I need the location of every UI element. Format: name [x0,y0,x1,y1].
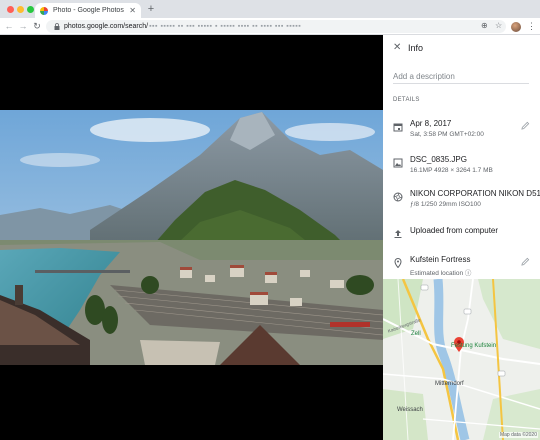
info-panel: ✕ Info Add a description DETAILS Apr 8, … [383,35,540,440]
map-graphic [383,279,540,440]
map-attribution: Map data ©2020 [498,432,538,438]
upload-source-text: Uploaded from computer [410,226,499,235]
file-row: DSC_0835.JPG 16.1MP 4928 × 3264 1.7 MB [383,153,540,183]
new-tab-button[interactable]: + [145,3,157,15]
camera-model-text: NIKON CORPORATION NIKON D5100 [410,189,540,198]
browser-tab[interactable]: Photo - Google Photos ✕ [35,3,141,18]
map-label-kufstein: Festung Kufstein [451,343,497,349]
edit-date-icon[interactable] [521,121,530,130]
photo-image[interactable] [0,110,383,365]
profile-avatar[interactable] [511,22,521,32]
browser-toolbar: ← → ↻ photos.google.com/search/ ▪▪▪ ▪▪▪▪… [0,18,540,35]
location-map[interactable]: Zell Kaiserbergstraße Festung Kufstein M… [383,279,540,440]
lock-icon [54,23,60,30]
filename-text: DSC_0835.JPG [410,155,467,164]
edit-location-icon[interactable] [521,257,530,266]
date-row: Apr 8, 2017 Sat, 3:58 PM GMT+02:00 [383,117,540,147]
maximize-window-button[interactable] [27,6,34,13]
tab-close-icon[interactable]: ✕ [129,6,136,15]
minimize-window-button[interactable] [17,6,24,13]
reload-icon[interactable]: ↻ [32,21,42,32]
panel-title: Info [408,43,424,53]
map-label-weissach: Weissach [397,407,423,413]
location-name-text: Kufstein Fortress [410,255,471,264]
google-photos-icon [40,6,48,15]
browser-titlebar: Photo - Google Photos ✕ + [0,0,540,18]
description-field[interactable]: Add a description [393,72,529,84]
upload-icon [394,230,402,238]
file-metadata-text: 16.1MP 4928 × 3264 1.7 MB [410,167,493,174]
upload-row: Uploaded from computer [383,224,540,254]
tab-title: Photo - Google Photos [53,7,124,14]
aperture-icon [393,192,403,202]
details-section-label: DETAILS [393,97,420,103]
extension-icon[interactable]: ⊕ [481,21,488,30]
calendar-icon [393,123,403,132]
back-icon[interactable]: ← [4,21,14,31]
date-text: Apr 8, 2017 [410,119,452,128]
address-bar[interactable]: photos.google.com/search/ ▪▪▪ ▪▪▪▪▪ ▪▪ ▪… [46,20,506,33]
exposure-text: ƒ/8 1/250 29mm ISO100 [410,201,481,208]
map-label-mitterndorf: Mitterndorf [435,381,464,387]
forward-icon[interactable]: → [18,21,28,31]
photo-viewer [0,35,383,440]
camera-row: NIKON CORPORATION NIKON D5100 ƒ/8 1/250 … [383,187,540,217]
close-window-button[interactable] [7,6,14,13]
browser-menu-icon[interactable]: ⋮ [527,21,536,32]
map-label-zell: Zell [411,331,421,337]
url-obscured-text: ▪▪▪ ▪▪▪▪▪ ▪▪ ▪▪▪ ▪▪▪▪▪ ▪ ▪▪▪▪▪ ▪▪▪▪ ▪▪ ▪… [149,23,302,30]
location-pin-icon [394,258,402,268]
estimated-location-text[interactable]: Estimated location ⓘ [410,267,471,277]
bookmark-star-icon[interactable]: ☆ [495,21,502,30]
close-icon[interactable]: ✕ [393,43,401,53]
url-text: photos.google.com/search/ [64,23,149,30]
image-file-icon [393,158,403,168]
time-text: Sat, 3:58 PM GMT+02:00 [410,131,484,138]
